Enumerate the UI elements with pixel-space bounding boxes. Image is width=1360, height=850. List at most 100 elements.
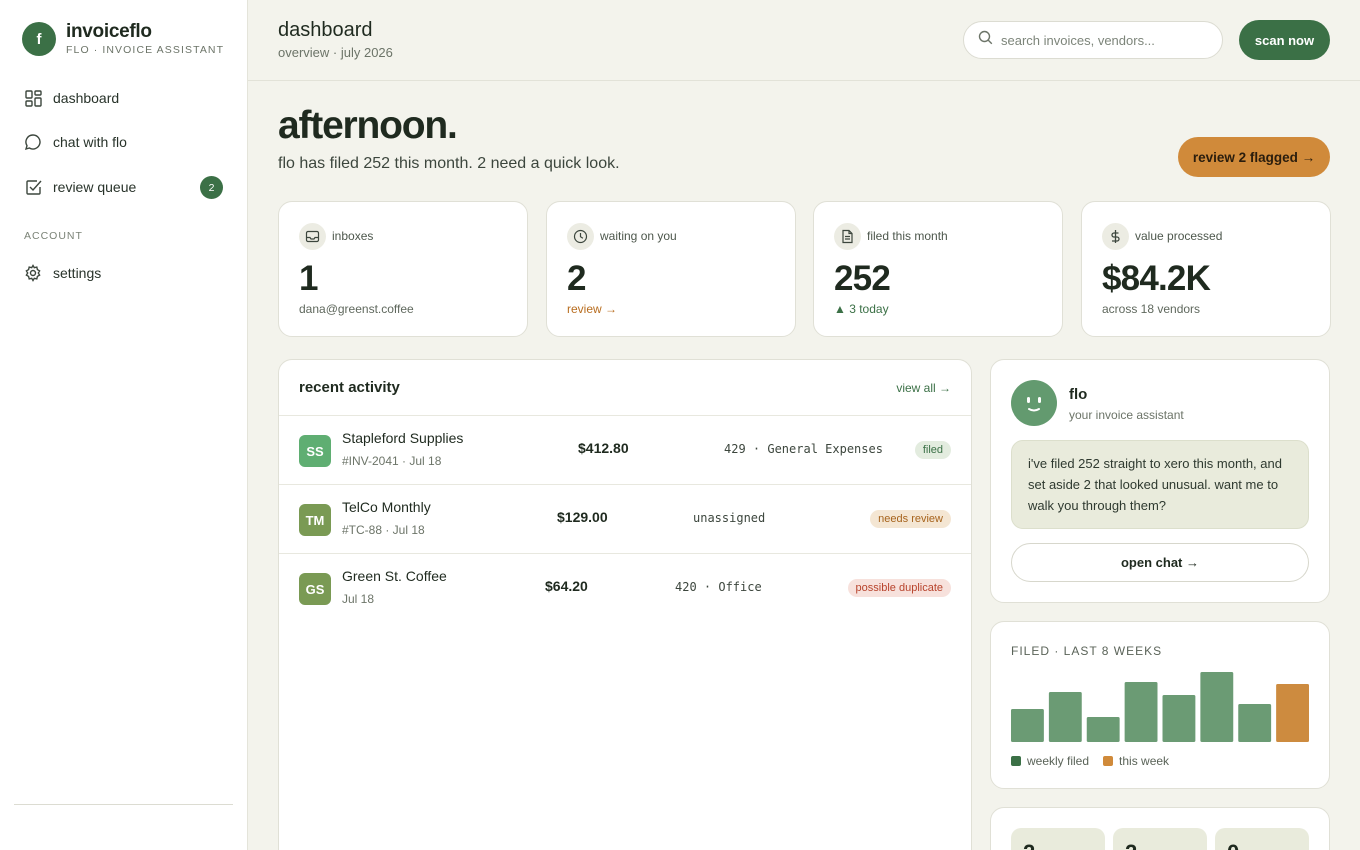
account-section-label: ACCOUNT (24, 230, 83, 242)
document-icon (834, 223, 861, 250)
stat-card-waiting[interactable]: waiting on you 2 review → (546, 201, 796, 337)
account-code: 429 · General Expenses (724, 442, 883, 456)
stat-label: waiting on you (600, 229, 677, 243)
search-input[interactable] (1001, 32, 1201, 48)
legend-swatch-current (1103, 756, 1114, 766)
mini-stats-card: 2 2 0 (990, 807, 1330, 850)
recent-activity-panel: recent activity view all → SS Stapleford… (278, 359, 972, 850)
mini-stat: 2 (1113, 828, 1207, 850)
checkbox-icon (24, 178, 42, 196)
table-row[interactable]: TM TelCo Monthly #TC-88 · Jul 18 $129.00… (279, 484, 971, 553)
vendor-name: TelCo Monthly (342, 499, 431, 515)
review-flagged-button[interactable]: review 2 flagged → (1178, 137, 1330, 177)
chart-title: FILED · LAST 8 WEEKS (1011, 644, 1163, 658)
assistant-message: i've filed 252 straight to xero this mon… (1011, 440, 1309, 529)
page-subtitle: overview · july 2026 (278, 45, 393, 60)
stat-value: 2 (567, 259, 586, 298)
inbox-icon (299, 223, 326, 250)
gear-icon (24, 264, 42, 282)
stat-card-value[interactable]: value processed $84.2K across 18 vendors (1081, 201, 1331, 337)
sidebar-item-dashboard[interactable]: dashboard (14, 79, 234, 117)
brand[interactable]: f invoiceflo FLO · INVOICE ASSISTANT (22, 22, 224, 56)
chart-bar-7 (1238, 704, 1272, 742)
chart-legend: weekly filed this week (1011, 754, 1183, 768)
stat-card-inboxes[interactable]: inboxes 1 dana@greenst.coffee (278, 201, 528, 337)
invoice-meta: #INV-2041 · Jul 18 (342, 454, 442, 468)
flo-assistant-card: flo your invoice assistant i've filed 25… (990, 359, 1330, 603)
sidebar: f invoiceflo FLO · INVOICE ASSISTANT das… (0, 0, 248, 850)
assistant-role: your invoice assistant (1069, 408, 1184, 422)
mini-stat-value: 0 (1227, 840, 1239, 850)
status-badge: needs review (870, 510, 951, 528)
stat-value: 1 (299, 259, 318, 298)
flo-avatar (1011, 380, 1057, 426)
brand-name: invoiceflo (66, 21, 152, 42)
legend-label: this week (1119, 754, 1170, 768)
assistant-name: flo (1069, 386, 1088, 403)
view-all-link[interactable]: view all → (896, 381, 951, 395)
stat-footer: across 18 vendors (1102, 302, 1201, 316)
chart-bar-6 (1200, 672, 1234, 742)
legend-swatch-weekly (1011, 756, 1021, 766)
grid-icon (24, 89, 42, 107)
stat-footer: ▲ 3 today (834, 302, 889, 316)
review-count-badge: 2 (200, 176, 223, 199)
invoice-amount: $64.20 (545, 578, 588, 594)
chart-bar-1 (1011, 709, 1044, 742)
vendor-avatar: TM (299, 504, 331, 536)
page-title: dashboard (278, 19, 373, 41)
stat-label: inboxes (332, 229, 374, 243)
chat-bubble-icon (24, 133, 42, 151)
stat-label: filed this month (867, 229, 948, 243)
topbar: dashboard overview · july 2026 scan now (248, 0, 1360, 81)
status-badge: filed (914, 441, 951, 459)
sidebar-item-chat[interactable]: chat with flo (14, 123, 234, 161)
sidebar-divider (14, 804, 233, 805)
invoice-meta: Jul 18 (342, 592, 375, 606)
sidebar-item-label: dashboard (53, 90, 120, 106)
review-link[interactable]: review → (567, 302, 617, 316)
invoice-amount: $412.80 (578, 440, 629, 456)
chart-bar-5 (1162, 695, 1196, 742)
sidebar-item-review-queue[interactable]: review queue 2 (14, 168, 234, 206)
scan-now-button[interactable]: scan now (1239, 20, 1330, 60)
stat-value: $84.2K (1102, 259, 1211, 298)
greeting-title: afternoon. (278, 104, 458, 147)
invoice-meta: #TC-88 · Jul 18 (342, 523, 425, 537)
table-row[interactable]: GS Green St. Coffee Jul 18 $64.20 420 · … (279, 553, 971, 622)
open-chat-button[interactable]: open chat → (1011, 543, 1309, 582)
chart-bar-8 (1276, 684, 1309, 742)
mini-stat: 0 (1215, 828, 1309, 850)
mini-stat: 2 (1011, 828, 1105, 850)
account-code: unassigned (693, 511, 766, 525)
vendor-name: Stapleford Supplies (342, 430, 464, 446)
sidebar-item-label: review queue (53, 179, 137, 195)
filed-chart-card: FILED · LAST 8 WEEKS weekly filed this w… (990, 621, 1330, 789)
status-badge: possible duplicate (847, 579, 951, 597)
stat-value: 252 (834, 259, 891, 298)
stat-footer: dana@greenst.coffee (299, 302, 414, 316)
legend-label: weekly filed (1027, 754, 1090, 768)
stat-label: value processed (1135, 229, 1223, 243)
vendor-avatar: SS (299, 435, 331, 467)
sidebar-item-settings[interactable]: settings (14, 254, 234, 292)
vendor-avatar: GS (299, 573, 331, 605)
brand-subtitle: FLO · INVOICE ASSISTANT (66, 44, 225, 56)
greeting-subtitle: flo has filed 252 this month. 2 need a q… (278, 155, 620, 172)
chart-bar-2 (1048, 692, 1082, 742)
account-code: 420 · Office (675, 580, 762, 594)
chart-bar-3 (1086, 717, 1120, 742)
invoice-amount: $129.00 (557, 509, 608, 525)
sidebar-item-label: chat with flo (53, 134, 127, 150)
mini-stat-value: 2 (1023, 840, 1035, 850)
table-row[interactable]: SS Stapleford Supplies #INV-2041 · Jul 1… (279, 415, 971, 484)
stat-card-filed[interactable]: filed this month 252 ▲ 3 today (813, 201, 1063, 337)
brand-logo: f (22, 22, 56, 56)
dollar-icon (1102, 223, 1129, 250)
clock-icon (567, 223, 594, 250)
chart-bar-4 (1124, 682, 1158, 742)
vendor-name: Green St. Coffee (342, 568, 447, 584)
search-icon (978, 30, 993, 50)
sidebar-item-label: settings (53, 265, 102, 281)
search-box[interactable] (963, 21, 1223, 59)
